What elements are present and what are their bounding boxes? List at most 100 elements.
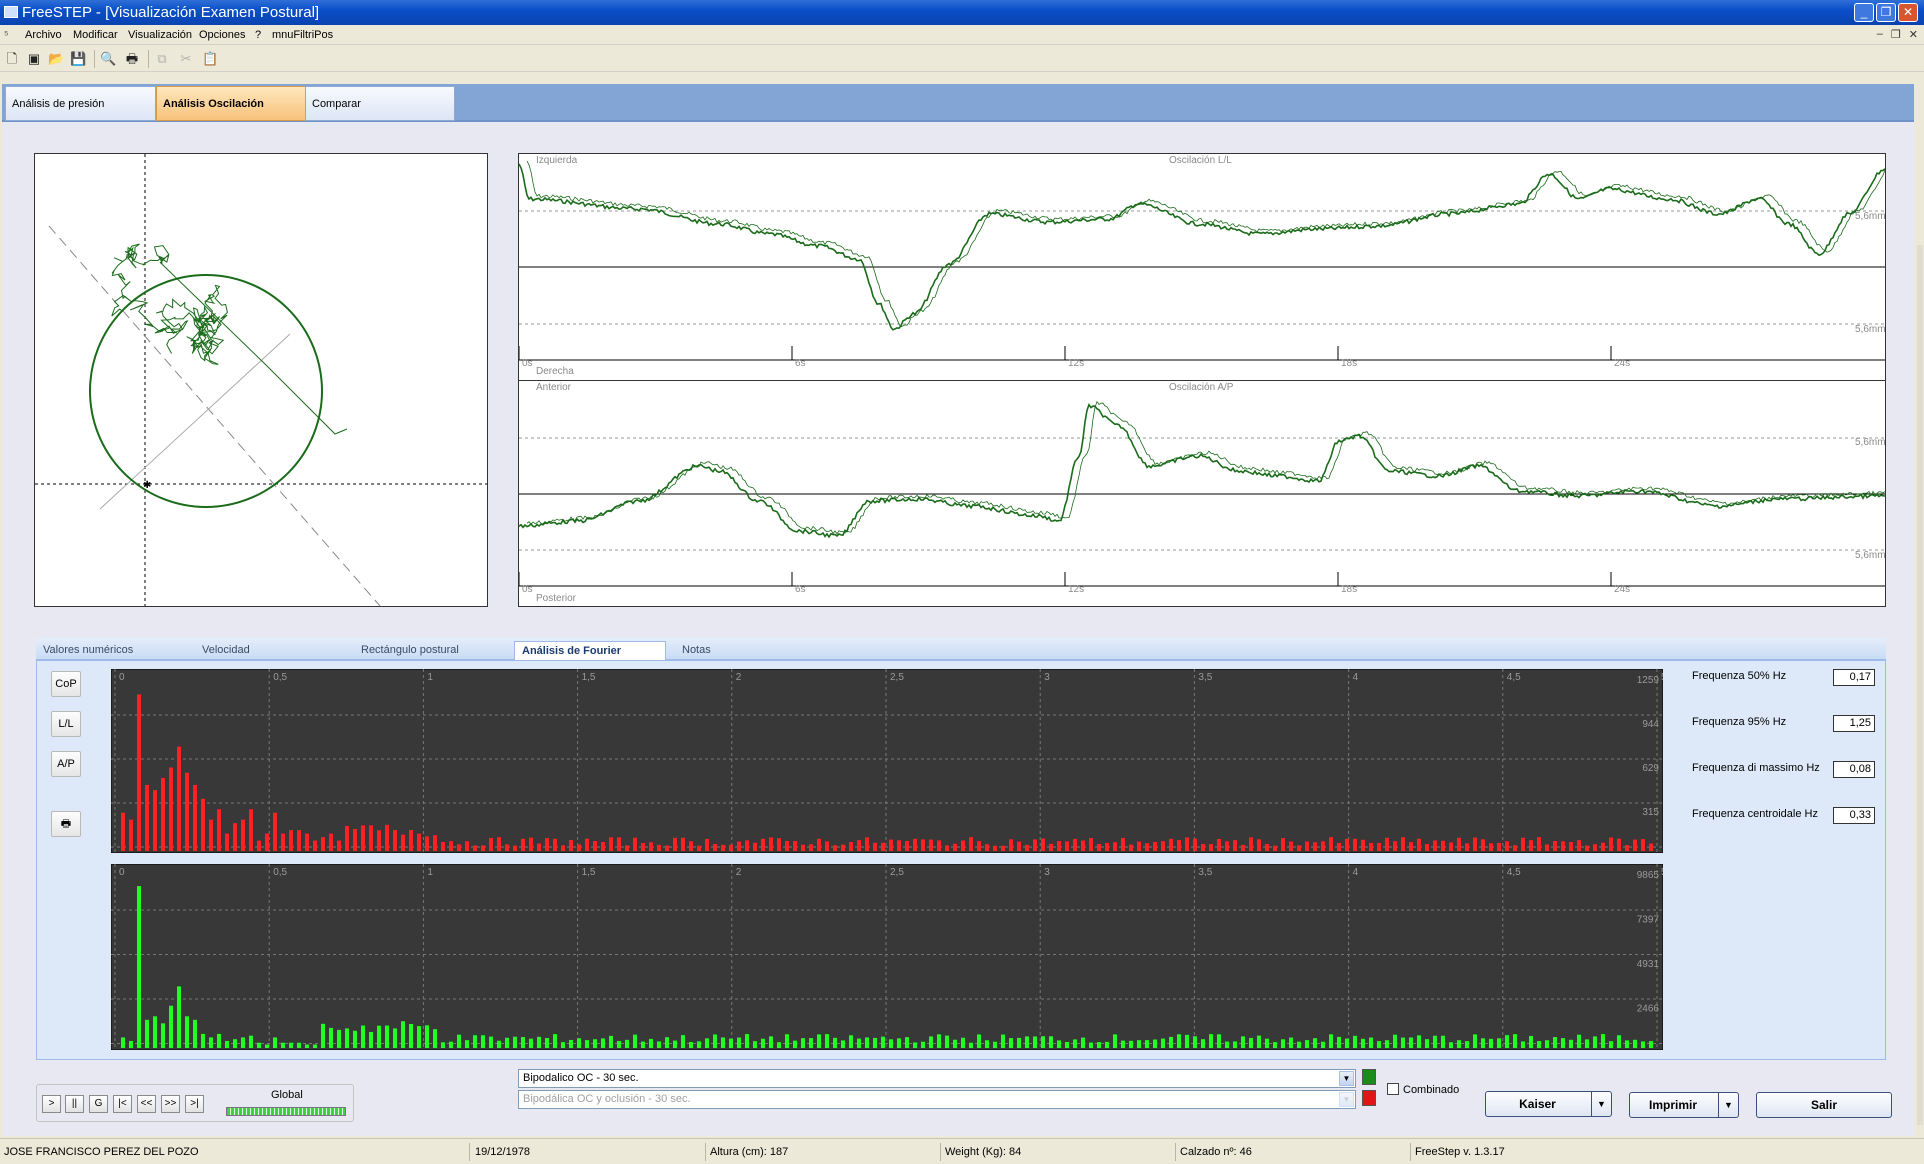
spectrum-bar xyxy=(1225,841,1229,851)
save-icon[interactable]: 💾 xyxy=(70,51,86,67)
paste-icon[interactable]: 📋 xyxy=(202,51,218,67)
ap-button[interactable]: A/P xyxy=(51,751,81,777)
spectrum-bar xyxy=(193,784,197,851)
tab-comparar[interactable]: Comparar xyxy=(305,86,455,121)
spectrum-bar xyxy=(1233,1041,1237,1048)
spectrum-bar xyxy=(505,844,509,851)
forward-button[interactable]: >> xyxy=(161,1095,180,1113)
global-g-button[interactable]: G xyxy=(89,1095,108,1113)
spectrum-bar xyxy=(1137,841,1141,851)
first-button[interactable]: |< xyxy=(113,1095,132,1113)
spectrum-bar xyxy=(161,1023,165,1048)
spectrum-bar xyxy=(1193,838,1197,851)
spectrum-bar xyxy=(545,1038,549,1048)
mdi-system-icon[interactable]: ⁵ xyxy=(4,29,9,41)
spectrum-bar xyxy=(561,845,565,851)
subtab-valores-numericos[interactable]: Valores numéricos xyxy=(36,641,186,660)
subtab-analisis-fourier[interactable]: Análisis de Fourier xyxy=(514,641,666,660)
menu-help[interactable]: ? xyxy=(255,29,261,41)
new-document-icon[interactable]: 🗋 xyxy=(4,51,20,67)
menu-filtripos[interactable]: mnuFiltriPos xyxy=(272,29,333,41)
spectrum-bar xyxy=(953,843,957,851)
spectrum-bar xyxy=(801,844,805,851)
spectrum-bar xyxy=(969,1042,973,1048)
mdi-minimize-icon[interactable]: – xyxy=(1877,28,1883,41)
menu-opciones[interactable]: Opciones xyxy=(199,29,245,41)
spectrum-bar xyxy=(497,837,501,851)
mdi-restore-icon[interactable]: ❐ xyxy=(1891,28,1901,41)
pause-button[interactable]: || xyxy=(65,1095,84,1113)
spectrum-bar xyxy=(1401,1037,1405,1048)
spectrum-bar xyxy=(1257,839,1261,851)
spectrum-bar xyxy=(225,833,229,851)
rewind-button[interactable]: << xyxy=(137,1095,156,1113)
play-button[interactable]: > xyxy=(42,1095,61,1113)
exam-select-1[interactable]: Bipodalico OC - 30 sec. ▼ xyxy=(518,1069,1356,1088)
form-icon[interactable]: ▣ xyxy=(26,51,42,67)
spectrum-bar xyxy=(1097,843,1101,851)
close-button[interactable]: ✕ xyxy=(1898,3,1918,22)
cop-button[interactable]: CoP xyxy=(51,671,81,697)
copy-icon[interactable]: ⧉ xyxy=(154,51,170,67)
restore-button[interactable]: ❐ xyxy=(1876,3,1896,22)
open-folder-icon[interactable]: 📂 xyxy=(48,51,64,67)
freq-tick-label: 1,5 xyxy=(582,672,596,683)
combinado-checkbox[interactable] xyxy=(1387,1083,1399,1095)
spectrum-bar xyxy=(1329,1034,1333,1048)
ll-tick-0: 0s xyxy=(522,358,533,369)
spectrum-bar xyxy=(1233,840,1237,851)
spectrum-bar xyxy=(1065,841,1069,851)
spectrum-bar xyxy=(297,830,301,851)
menu-visualizacion[interactable]: Visualización xyxy=(128,29,192,41)
filter-kaiser-button[interactable]: Kaiser ▼ xyxy=(1485,1091,1612,1117)
subtab-notas[interactable]: Notas xyxy=(675,641,775,660)
spectrum-bar xyxy=(649,842,653,851)
menu-modificar[interactable]: Modificar xyxy=(73,29,118,41)
print-icon[interactable]: 🖶 xyxy=(124,51,140,67)
app-window: FreeSTEP - [Visualización Examen Postura… xyxy=(0,0,1924,1164)
spectrum-bar xyxy=(929,839,933,851)
spectrum-bar xyxy=(329,1027,333,1048)
tab-analisis-oscilacion[interactable]: Análisis Oscilación xyxy=(156,86,307,121)
ll-button[interactable]: L/L xyxy=(51,711,81,737)
chevron-down-icon[interactable]: ▼ xyxy=(1591,1092,1611,1116)
exam-2-color-swatch[interactable] xyxy=(1362,1090,1376,1106)
spectrum-bar xyxy=(993,1041,997,1048)
global-progress-bar[interactable] xyxy=(226,1107,346,1116)
freq-max-value[interactable]: 0,08 xyxy=(1833,761,1875,778)
spectrum-bar xyxy=(1073,1039,1077,1048)
tab-analisis-presion[interactable]: Análisis de presión xyxy=(5,86,156,121)
exam-1-color-swatch[interactable] xyxy=(1362,1069,1376,1085)
spectrum-bar xyxy=(393,1028,397,1048)
spectrum-bar xyxy=(1217,838,1221,851)
power-tick-label: 7397 xyxy=(1637,915,1660,926)
minimize-button[interactable]: _ xyxy=(1854,3,1874,22)
spectrum-bar xyxy=(577,844,581,851)
last-button[interactable]: >| xyxy=(185,1095,204,1113)
exam-select-2[interactable]: Bipodálica OC y oclusión - 30 sec. ▼ xyxy=(518,1090,1356,1109)
print-chart-button[interactable]: 🖶 xyxy=(51,811,81,837)
freq-50-value[interactable]: 0,17 xyxy=(1833,669,1875,686)
spectrum-bar xyxy=(905,1037,909,1048)
spectrum-bar xyxy=(513,845,517,851)
freq-centroid-value[interactable]: 0,33 xyxy=(1833,807,1875,824)
menu-archivo[interactable]: Archivo xyxy=(25,29,62,41)
chevron-down-icon[interactable]: ▼ xyxy=(1339,1092,1354,1107)
mdi-close-icon[interactable]: ✕ xyxy=(1909,28,1918,41)
spectrum-bar xyxy=(377,1025,381,1048)
spectrum-bar xyxy=(1169,838,1173,851)
exit-button[interactable]: Salir xyxy=(1756,1092,1892,1118)
spectrum-bar xyxy=(337,1029,341,1048)
freq-95-value[interactable]: 1,25 xyxy=(1833,715,1875,732)
chevron-down-icon[interactable]: ▼ xyxy=(1718,1093,1738,1117)
chevron-down-icon[interactable]: ▼ xyxy=(1339,1071,1354,1086)
print-button[interactable]: Imprimir ▼ xyxy=(1629,1092,1739,1118)
vertical-scrollbar[interactable] xyxy=(1917,245,1923,1125)
print-preview-icon[interactable]: 🔍 xyxy=(100,51,116,67)
subtab-velocidad[interactable]: Velocidad xyxy=(195,641,345,660)
spectrum-bar xyxy=(673,1040,677,1048)
print-label: Imprimir xyxy=(1648,1098,1697,1112)
subtab-rectangulo-postural[interactable]: Rectángulo postural xyxy=(354,641,504,660)
spectrum-bar xyxy=(985,844,989,851)
cut-icon[interactable]: ✂ xyxy=(178,51,194,67)
